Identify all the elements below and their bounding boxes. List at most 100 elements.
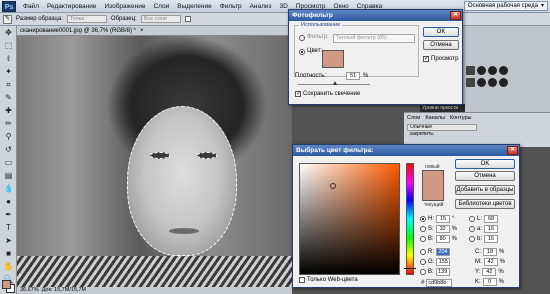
- workspace-switcher[interactable]: Основная рабочая среда ▾: [463, 1, 548, 11]
- panel-icon[interactable]: [477, 66, 486, 75]
- foreground-color-swatch[interactable]: [2, 280, 11, 289]
- blue-input[interactable]: 139: [435, 268, 450, 276]
- cancel-button[interactable]: Отмена: [423, 40, 459, 50]
- tab-layers[interactable]: Слои: [407, 115, 420, 121]
- green-radio[interactable]: [420, 259, 426, 265]
- clone-stamp-tool-icon[interactable]: ⚲: [2, 131, 15, 143]
- blend-mode-select[interactable]: Обычные: [407, 124, 477, 131]
- menu-analysis[interactable]: Анализ: [246, 3, 276, 10]
- hex-input[interactable]: cd9b8b: [426, 279, 453, 287]
- brush-tool-icon[interactable]: ✏: [2, 118, 15, 130]
- panel-icon[interactable]: [466, 66, 475, 75]
- type-tool-icon[interactable]: T: [2, 222, 15, 234]
- lab-l-input[interactable]: 68: [484, 215, 499, 223]
- photoshop-logo-icon: Ps: [2, 0, 16, 12]
- menu-file[interactable]: Файл: [19, 3, 43, 10]
- history-brush-tool-icon[interactable]: ↺: [2, 144, 15, 156]
- hue-input[interactable]: 15: [436, 215, 450, 223]
- close-icon[interactable]: ×: [140, 26, 144, 35]
- panel-icon[interactable]: [488, 78, 497, 87]
- yellow-input[interactable]: 42: [482, 268, 497, 276]
- menu-image[interactable]: Изображение: [101, 3, 150, 10]
- crop-tool-icon[interactable]: ⌗: [2, 79, 15, 91]
- lab-a-radio[interactable]: [469, 226, 475, 232]
- color-radio[interactable]: [299, 49, 305, 55]
- eyedropper-tool-icon[interactable]: ✎: [2, 92, 15, 104]
- path-selection-tool-icon[interactable]: ➤: [2, 235, 15, 247]
- magic-wand-tool-icon[interactable]: ✦: [2, 66, 15, 78]
- blue-radio[interactable]: [420, 269, 426, 275]
- filter-radio[interactable]: [299, 35, 305, 41]
- saturation-input[interactable]: 32: [435, 225, 450, 233]
- green-input[interactable]: 155: [436, 258, 451, 266]
- lab-a-input[interactable]: 16: [484, 225, 499, 233]
- photo-filter-titlebar[interactable]: Фотофильтр ✕: [289, 10, 462, 21]
- lab-l-radio[interactable]: [469, 216, 475, 222]
- show-ring-checkbox[interactable]: [184, 16, 191, 22]
- lasso-tool-icon[interactable]: ℓ: [2, 53, 15, 65]
- shape-tool-icon[interactable]: ■: [2, 248, 15, 260]
- panel-icon[interactable]: [499, 78, 508, 87]
- menu-filter[interactable]: Фильтр: [216, 3, 246, 10]
- gradient-tool-icon[interactable]: ▤: [2, 170, 15, 182]
- striped-collar-region: [17, 256, 292, 287]
- blur-tool-icon[interactable]: 💧: [2, 183, 15, 195]
- tab-channels[interactable]: Каналы: [425, 115, 445, 121]
- density-input[interactable]: 51: [346, 72, 360, 80]
- cyan-input[interactable]: 18: [483, 248, 497, 256]
- lab-b-input[interactable]: 16: [484, 235, 499, 243]
- menu-edit[interactable]: Редактирование: [43, 3, 101, 10]
- black-input[interactable]: 0: [482, 278, 497, 286]
- tab-paths[interactable]: Контуры: [450, 115, 472, 121]
- hand-tool-icon[interactable]: ✋: [2, 261, 15, 273]
- document-tab[interactable]: сканирование0001.jpg @ 36,7% (RGB/8) * ×: [17, 26, 292, 36]
- panel-icon[interactable]: [477, 78, 486, 87]
- add-to-swatches-button[interactable]: Добавить в образцы: [455, 185, 515, 195]
- close-icon[interactable]: ✕: [507, 146, 518, 155]
- red-radio[interactable]: [420, 249, 426, 255]
- density-slider[interactable]: [298, 81, 370, 85]
- menu-select[interactable]: Выделение: [173, 3, 215, 10]
- filter-color-swatch[interactable]: [322, 50, 344, 68]
- hue-slider[interactable]: [404, 163, 416, 275]
- panel-icon[interactable]: [466, 78, 475, 87]
- preview-checkbox[interactable]: ✓: [423, 56, 429, 62]
- image-canvas[interactable]: [17, 36, 292, 287]
- hue-slider-thumb[interactable]: [404, 268, 416, 269]
- options-bar: ✎ Размер образца: Точка Образец: Все сло…: [0, 13, 550, 26]
- filter-select[interactable]: Теплый фильтр (85): [333, 34, 415, 43]
- zoom-readout[interactable]: 36,67%: [20, 287, 39, 293]
- color-libraries-button[interactable]: Библиотеки цветов: [455, 199, 515, 209]
- panel-icon[interactable]: [488, 66, 497, 75]
- status-bar: 36,67% Док: 15,7M/15,7M: [17, 287, 292, 294]
- ok-button[interactable]: OK: [423, 27, 459, 37]
- sample-size-select[interactable]: Точка: [66, 15, 107, 23]
- brightness-input[interactable]: 80: [435, 235, 450, 243]
- menu-layers[interactable]: Слои: [149, 3, 173, 10]
- move-tool-icon[interactable]: ✥: [2, 27, 15, 39]
- preserve-luminosity-checkbox[interactable]: ✓: [295, 91, 301, 97]
- red-input[interactable]: 204: [436, 248, 450, 256]
- color-picker-marker[interactable]: [330, 183, 336, 189]
- saturation-radio[interactable]: [420, 226, 426, 232]
- dodge-tool-icon[interactable]: ●: [2, 196, 15, 208]
- ok-button[interactable]: OK: [455, 159, 515, 169]
- hue-radio[interactable]: [420, 216, 426, 222]
- healing-brush-tool-icon[interactable]: ✚: [2, 105, 15, 117]
- web-only-checkbox[interactable]: [299, 277, 305, 283]
- samples-select[interactable]: Все слои: [140, 15, 181, 23]
- marquee-tool-icon[interactable]: ⬚: [2, 40, 15, 52]
- close-icon[interactable]: ✕: [450, 11, 461, 20]
- magenta-input[interactable]: 42: [483, 258, 498, 266]
- eyedropper-tool-icon[interactable]: ✎: [3, 14, 12, 24]
- pen-tool-icon[interactable]: ✒: [2, 209, 15, 221]
- density-slider-thumb[interactable]: [332, 81, 337, 85]
- current-color-swatch[interactable]: [422, 186, 444, 201]
- color-picker-titlebar[interactable]: Выбрать цвет фильтра: ✕: [293, 145, 519, 156]
- lab-b-radio[interactable]: [469, 236, 475, 242]
- eraser-tool-icon[interactable]: ▭: [2, 157, 15, 169]
- panel-icon[interactable]: [499, 66, 508, 75]
- saturation-brightness-field[interactable]: [299, 163, 400, 275]
- brightness-radio[interactable]: [420, 236, 426, 242]
- cancel-button[interactable]: Отмена: [455, 171, 515, 181]
